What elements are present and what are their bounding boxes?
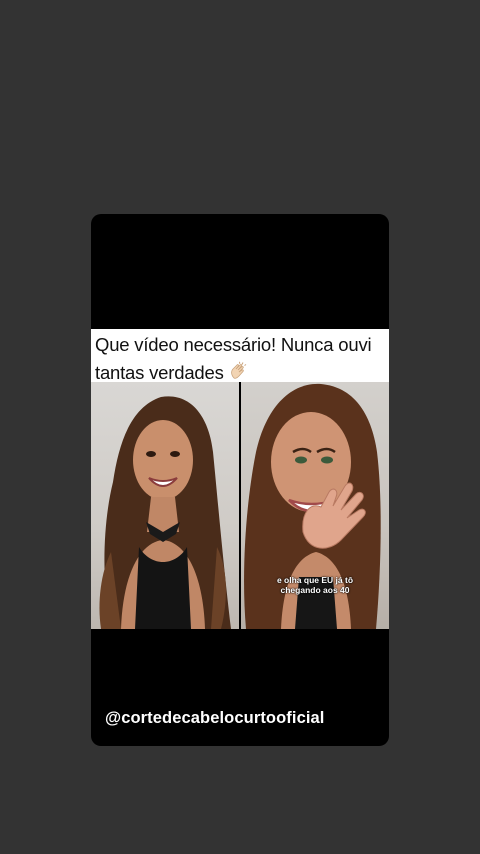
video-frame-left: [91, 382, 239, 629]
story-card[interactable]: Que vídeo necessário! Nunca ouvi tantas …: [91, 214, 389, 746]
subtitle-line-1: e olha que EU já tô: [276, 575, 354, 585]
subtitle-line-2: chegando aos 40: [280, 585, 350, 595]
account-handle[interactable]: @cortedecabelocurtooficial: [105, 709, 325, 728]
video-frame-right: e olha que EU já tô chegando aos 40: [241, 382, 389, 629]
video-subtitle: e olha que EU já tô chegando aos 40: [241, 575, 389, 595]
woman-smiling-image: [99, 396, 231, 629]
video-player[interactable]: e olha que EU já tô chegando aos 40: [91, 382, 389, 629]
story-viewer: Que vídeo necessário! Nunca ouvi tantas …: [0, 0, 480, 854]
